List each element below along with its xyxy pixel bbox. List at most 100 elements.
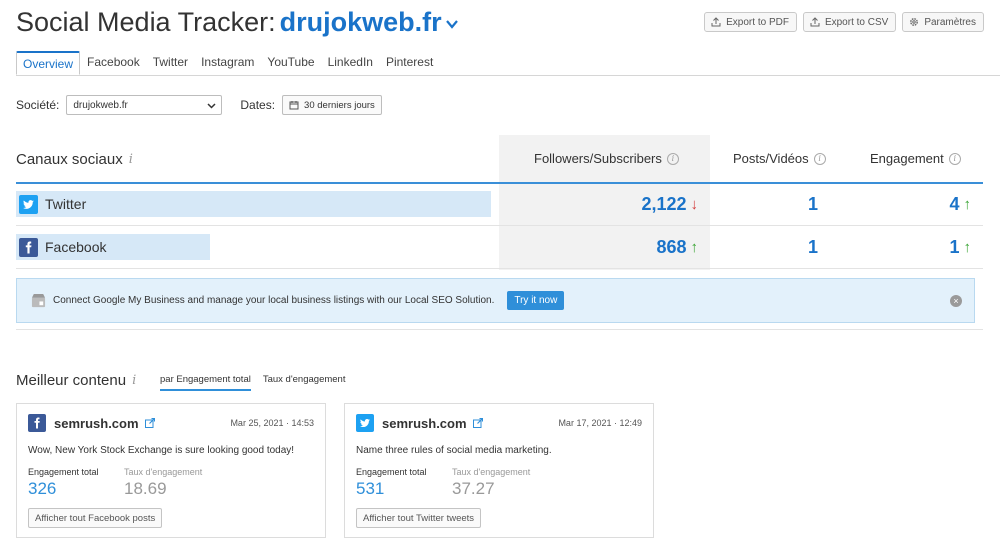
twitter-posts-value: 1	[808, 194, 818, 215]
tab-total-engagement[interactable]: par Engagement total	[160, 374, 251, 391]
domain-title[interactable]: drujokweb.fr	[280, 7, 442, 38]
network-tabs: Overview Facebook Twitter Instagram YouT…	[16, 51, 440, 75]
best-content-sort-tabs: par Engagement total Taux d'engagement	[160, 374, 357, 391]
facebook-followers-number: 868	[656, 237, 687, 257]
facebook-icon	[19, 237, 38, 257]
info-icon[interactable]: i	[666, 152, 679, 165]
engagement-total-label: Engagement total	[28, 467, 99, 477]
card-post-text: Wow, New York Stock Exchange is sure loo…	[28, 445, 295, 456]
card-account-name[interactable]: semrush.com	[54, 416, 139, 431]
export-icon	[711, 17, 721, 27]
arrow-up-icon: ↑	[963, 196, 972, 213]
facebook-posts-value: 1	[808, 237, 818, 258]
dates-label: Dates:	[240, 98, 276, 112]
tabs-divider	[16, 75, 1000, 76]
arrow-down-icon: ↓	[690, 196, 699, 213]
engagement-rate-label: Taux d'engagement	[124, 467, 203, 477]
twitter-channel-bar[interactable]: Twitter	[16, 191, 491, 217]
try-it-now-button[interactable]: Try it now	[507, 291, 565, 310]
social-channels-title-text: Canaux sociaux	[16, 151, 123, 168]
content-card-twitter: semrush.com Mar 17, 2021 · 12:49 Name th…	[344, 403, 654, 538]
settings-label: Paramètres	[924, 16, 976, 28]
card-account-name[interactable]: semrush.com	[382, 416, 467, 431]
tab-overview[interactable]: Overview	[16, 51, 81, 75]
facebook-icon	[28, 414, 46, 432]
chevron-down-icon	[207, 102, 216, 109]
engagement-rate-label: Taux d'engagement	[452, 467, 531, 477]
gear-icon	[910, 18, 919, 26]
table-row-facebook: Facebook 868 ↑ 1 1 ↑	[16, 227, 983, 269]
info-icon[interactable]: i	[813, 152, 826, 165]
export-icon	[810, 17, 820, 27]
tab-pinterest[interactable]: Pinterest	[380, 51, 439, 75]
column-header-followers-label: Followers/Subscribers	[534, 151, 662, 166]
card-post-text: Name three rules of social media marketi…	[356, 445, 552, 456]
best-content-title-text: Meilleur contenu	[16, 372, 127, 389]
arrow-up-icon: ↑	[690, 239, 699, 256]
social-channels-title: Canaux sociaux i	[16, 151, 133, 168]
google-my-business-icon	[31, 293, 46, 308]
engagement-total-value: 326	[28, 479, 57, 498]
calendar-icon	[289, 101, 299, 110]
twitter-posts-number: 1	[808, 194, 819, 214]
twitter-icon	[356, 414, 374, 432]
page-title: Social Media Tracker:	[16, 6, 276, 37]
facebook-channel-bar[interactable]: Facebook	[16, 234, 210, 260]
twitter-engagement-value: 4 ↑	[949, 194, 971, 215]
tab-linkedin[interactable]: LinkedIn	[322, 51, 379, 75]
chevron-down-icon[interactable]	[445, 17, 459, 31]
date-range-button[interactable]: 30 derniers jours	[282, 95, 382, 115]
external-link-icon[interactable]	[144, 418, 155, 428]
settings-button[interactable]: Paramètres	[902, 12, 984, 32]
export-csv-label: Export to CSV	[824, 16, 889, 28]
column-header-followers: Followers/Subscribers i	[534, 151, 679, 166]
tab-twitter[interactable]: Twitter	[147, 51, 194, 75]
close-icon[interactable]: ×	[950, 295, 962, 307]
export-pdf-button[interactable]: Export to PDF	[704, 12, 797, 32]
section-divider	[16, 329, 983, 330]
external-link-icon[interactable]	[472, 418, 483, 428]
facebook-channel-label: Facebook	[45, 239, 107, 255]
export-csv-button[interactable]: Export to CSV	[802, 12, 897, 32]
card-header: semrush.com	[356, 414, 483, 432]
facebook-engagement-value: 1 ↑	[949, 237, 971, 258]
company-select-value: drujokweb.fr	[73, 99, 128, 111]
engagement-rate-value: 18.69	[124, 479, 167, 498]
arrow-up-icon: ↑	[963, 239, 972, 256]
twitter-engagement-number: 4	[949, 194, 960, 214]
twitter-followers-number: 2,122	[641, 194, 687, 214]
info-icon[interactable]: i	[129, 152, 133, 167]
column-header-engagement-label: Engagement	[870, 151, 944, 166]
top-actions: Export to PDF Export to CSV Paramètres	[704, 12, 984, 32]
tab-youtube[interactable]: YouTube	[261, 51, 320, 75]
facebook-engagement-number: 1	[949, 237, 960, 257]
date-range-value: 30 derniers jours	[304, 99, 375, 111]
company-select[interactable]: drujokweb.fr	[66, 95, 223, 115]
engagement-total-value: 531	[356, 479, 385, 498]
facebook-posts-number: 1	[808, 237, 819, 257]
company-label: Société:	[16, 98, 60, 112]
column-header-posts: Posts/Vidéos i	[733, 151, 826, 166]
gmb-banner-text: Connect Google My Business and manage yo…	[53, 295, 495, 306]
engagement-rate-value: 37.27	[452, 479, 495, 498]
tab-engagement-rate[interactable]: Taux d'engagement	[263, 374, 346, 391]
engagement-total-label: Engagement total	[356, 467, 427, 477]
best-content-title: Meilleur contenu i	[16, 372, 136, 389]
social-channels-table: Canaux sociaux i Followers/Subscribers i…	[16, 135, 983, 270]
column-header-engagement: Engagement i	[870, 151, 961, 166]
facebook-followers-value: 868 ↑	[656, 237, 698, 258]
column-header-posts-label: Posts/Vidéos	[733, 151, 809, 166]
show-all-twitter-tweets-button[interactable]: Afficher tout Twitter tweets	[356, 508, 482, 528]
info-icon[interactable]: i	[132, 373, 136, 388]
card-date: Mar 17, 2021 · 12:49	[558, 418, 642, 428]
tab-facebook[interactable]: Facebook	[81, 51, 146, 75]
page-header: Social Media Tracker: drujokweb.fr	[16, 4, 459, 40]
info-icon[interactable]: i	[948, 152, 961, 165]
card-header: semrush.com	[28, 414, 155, 432]
tab-instagram[interactable]: Instagram	[195, 51, 260, 75]
twitter-channel-label: Twitter	[45, 196, 87, 212]
twitter-icon	[19, 194, 38, 214]
show-all-facebook-posts-button[interactable]: Afficher tout Facebook posts	[28, 508, 163, 528]
gmb-banner: Connect Google My Business and manage yo…	[16, 278, 975, 323]
card-date: Mar 25, 2021 · 14:53	[230, 418, 314, 428]
